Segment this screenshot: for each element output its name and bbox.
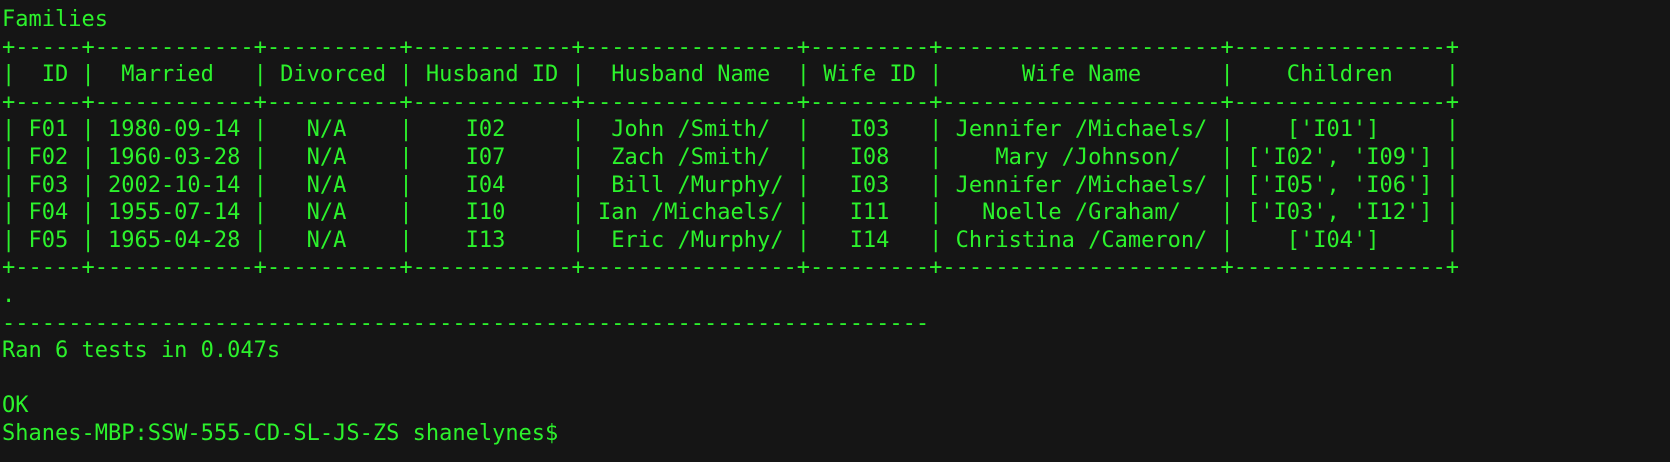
test-separator: ----------------------------------------…	[2, 310, 930, 336]
terminal-cursor	[572, 421, 584, 443]
test-progress-dot: .	[2, 282, 16, 308]
shell-prompt-line[interactable]: Shanes-MBP:SSW-555-CD-SL-JS-ZS shanelyne…	[2, 420, 1670, 448]
table-row: | F04 | 1955-07-14 | N/A | I10 | Ian /Mi…	[2, 200, 1459, 226]
shell-prompt: Shanes-MBP:SSW-555-CD-SL-JS-ZS shanelyne…	[2, 420, 572, 446]
table-column-headers: | ID | Married | Divorced | Husband ID |…	[2, 62, 1459, 88]
families-header: Families	[2, 7, 108, 32]
table-row: | F02 | 1960-03-28 | N/A | I07 | Zach /S…	[2, 144, 1459, 170]
table-border-header: +-----+------------+----------+---------…	[2, 89, 1459, 115]
table-border-bottom: +-----+------------+----------+---------…	[2, 255, 1459, 281]
table-border-top: +-----+------------+----------+---------…	[2, 34, 1459, 60]
test-summary: Ran 6 tests in 0.047s	[2, 338, 281, 364]
table-row: | F05 | 1965-04-28 | N/A | I13 | Eric /M…	[2, 227, 1459, 253]
table-row: | F03 | 2002-10-14 | N/A | I04 | Bill /M…	[2, 172, 1459, 198]
table-row: | F01 | 1980-09-14 | N/A | I02 | John /S…	[2, 117, 1459, 143]
terminal-window[interactable]: Families +-----+------------+----------+…	[0, 0, 1670, 462]
test-status: OK	[2, 393, 29, 419]
